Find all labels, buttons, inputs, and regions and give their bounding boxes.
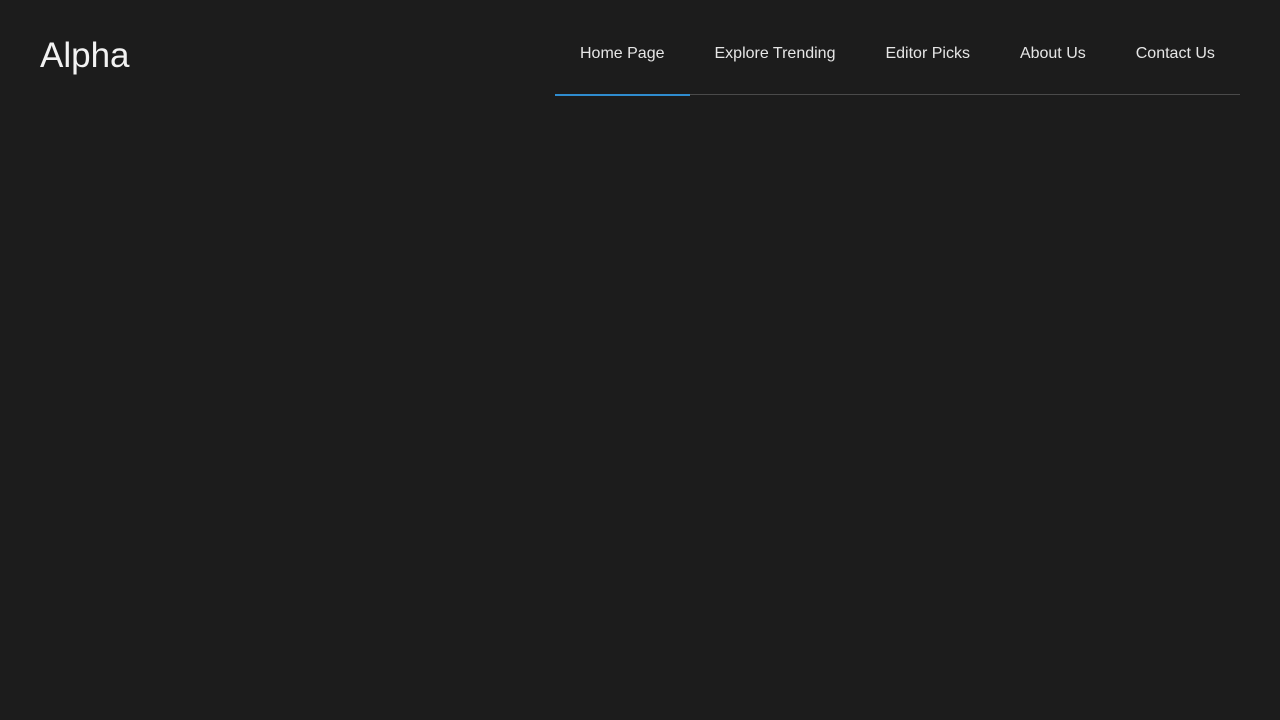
nav-item-label: Home Page (580, 45, 665, 62)
page: Alpha Home Page Explore Trending Editor … (0, 0, 1280, 720)
main-nav: Home Page Explore Trending Editor Picks … (555, 14, 1240, 96)
nav-item-home[interactable]: Home Page (555, 14, 690, 96)
nav-item-label: Contact Us (1135, 45, 1215, 62)
nav-item-label: Editor Picks (885, 45, 970, 62)
nav-item-explore-trending[interactable]: Explore Trending (690, 14, 861, 94)
nav-item-label: About Us (1019, 45, 1086, 62)
nav-item-about-us[interactable]: About Us (995, 14, 1111, 94)
nav-item-editor-picks[interactable]: Editor Picks (860, 14, 994, 94)
nav-item-label: Explore Trending (714, 45, 836, 62)
nav-item-contact-us[interactable]: Contact Us (1111, 14, 1240, 94)
site-logo[interactable]: Alpha (40, 36, 130, 76)
